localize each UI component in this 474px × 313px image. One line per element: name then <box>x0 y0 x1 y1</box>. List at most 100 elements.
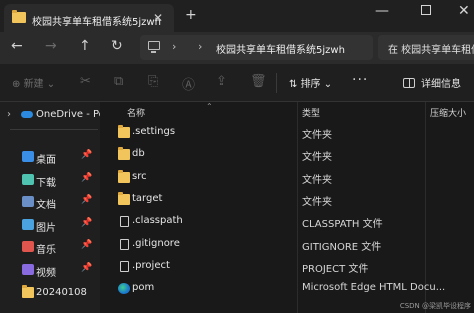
sort-button[interactable]: ⇅ 排序 ⌄ <box>289 75 332 90</box>
details-button[interactable]: 详细信息 <box>403 75 461 90</box>
sidebar-item-desktop[interactable]: 桌面 📌 <box>0 146 100 168</box>
chevron-right-icon[interactable]: › <box>7 109 11 120</box>
table-row[interactable]: .project PROJECT 文件 <box>100 256 474 278</box>
copy-icon[interactable]: ⧉ <box>114 74 123 89</box>
table-row[interactable]: .classpath CLASSPATH 文件 <box>100 211 474 233</box>
file-name: db <box>132 148 145 160</box>
pin-icon[interactable]: 📌 <box>81 150 92 160</box>
folder-icon <box>12 10 26 23</box>
back-arrow-icon[interactable]: ← <box>11 38 23 54</box>
pictures-icon <box>22 218 34 230</box>
search-input[interactable]: 在 校园共享单车租借系统5jzwh 中搜索 <box>378 35 474 60</box>
table-row[interactable]: .settings 文件夹 <box>100 122 474 144</box>
close-icon[interactable]: ✕ <box>153 11 163 25</box>
file-type: 文件夹 <box>302 130 332 141</box>
music-icon <box>22 241 34 253</box>
file-list: ⌃ 名称 类型 压缩大小 .settings 文件夹 db 文件夹 src 文件夹 targ… <box>100 102 474 313</box>
file-type: GITIGNORE 文件 <box>302 241 382 253</box>
file-type: PROJECT 文件 <box>302 263 369 275</box>
column-name-header[interactable]: 名称 <box>127 106 145 119</box>
details-pane-icon <box>403 78 415 88</box>
pin-icon[interactable]: 📌 <box>81 263 92 273</box>
column-headers: ⌃ 名称 类型 压缩大小 <box>100 102 474 122</box>
sidebar: › OneDrive - Pe 桌面 📌 下载 📌 文档 📌 图片 📌 音乐 📌 视频 📌 202401… <box>0 102 100 313</box>
sidebar-item-label: OneDrive - Pe <box>36 109 100 120</box>
delete-icon[interactable]: 🗑 <box>250 74 267 89</box>
sidebar-item-label: 音乐 <box>36 245 56 257</box>
watermark: CSDN @梁凯毕设程序 <box>399 302 471 310</box>
documents-icon <box>22 196 34 208</box>
file-type: CLASSPATH 文件 <box>302 219 383 231</box>
file-icon <box>120 216 129 228</box>
sidebar-item-label: 20240108 <box>36 286 87 298</box>
refresh-icon[interactable]: ↻ <box>111 38 123 54</box>
sidebar-item-onedrive[interactable]: › OneDrive - Pe <box>0 104 100 126</box>
table-row[interactable]: pom Microsoft Edge HTML Docu... <box>100 278 474 300</box>
more-options-icon[interactable]: ··· <box>352 72 368 88</box>
sidebar-item-pictures[interactable]: 图片 📌 <box>0 214 100 236</box>
divider <box>10 129 98 130</box>
new-button[interactable]: ⊕ 新建 ⌄ <box>12 75 55 90</box>
new-label: 新建 <box>23 79 44 90</box>
plus-icon[interactable]: + <box>185 7 197 23</box>
cut-icon[interactable]: ✂ <box>80 74 91 89</box>
sort-label: 排序 <box>300 79 321 90</box>
sidebar-item-documents[interactable]: 文档 📌 <box>0 191 100 213</box>
sidebar-item-videos[interactable]: 视频 📌 <box>0 259 100 281</box>
pin-icon[interactable]: 📌 <box>81 173 92 183</box>
details-label: 详细信息 <box>421 79 461 90</box>
table-row[interactable]: src 文件夹 <box>100 167 474 189</box>
tab-active[interactable]: 校园共享单车租借系统5jzwh ✕ <box>4 4 174 32</box>
address-path[interactable]: 校园共享单车租借系统5jzwh <box>216 41 345 56</box>
minimize-button[interactable]: — <box>375 3 389 19</box>
computer-icon <box>148 41 160 53</box>
chevron-right-icon[interactable]: › <box>198 40 202 53</box>
up-arrow-icon[interactable]: ↑ <box>79 38 91 54</box>
rename-icon[interactable]: Ⓐ <box>182 74 195 93</box>
sidebar-item-download[interactable]: 下载 📌 <box>0 169 100 191</box>
edge-icon <box>118 283 130 295</box>
videos-icon <box>22 264 34 275</box>
tab-title: 校园共享单车租借系统5jzwh <box>32 17 161 28</box>
file-name: .classpath <box>132 215 183 227</box>
folder-icon <box>118 125 130 138</box>
desktop-icon <box>22 151 34 162</box>
file-icon <box>120 238 129 250</box>
file-icon <box>120 260 129 272</box>
pin-icon[interactable]: 📌 <box>81 218 92 228</box>
file-type: 文件夹 <box>302 196 332 208</box>
folder-icon <box>118 169 130 183</box>
chevron-up-icon[interactable]: ⌃ <box>206 102 213 111</box>
sidebar-item-label: 桌面 <box>36 155 56 166</box>
table-row[interactable]: .gitignore GITIGNORE 文件 <box>100 234 474 256</box>
close-window-button[interactable]: ✕ <box>458 3 470 19</box>
forward-arrow-icon[interactable]: → <box>45 38 57 54</box>
file-type: Microsoft Edge HTML Docu... <box>302 282 446 294</box>
file-name: src <box>132 170 147 182</box>
share-icon[interactable]: ⇪ <box>216 74 227 89</box>
column-size-header[interactable]: 压缩大小 <box>430 106 466 119</box>
paste-icon[interactable]: ⎘ <box>148 74 158 89</box>
table-row[interactable]: db 文件夹 <box>100 144 474 166</box>
column-type-header[interactable]: 类型 <box>302 106 320 119</box>
sidebar-item-label: 文档 <box>36 200 56 212</box>
navigation-bar: ← → ↑ ↻ › › 校园共享单车租借系统5jzwh 在 校园共享单车租借系统… <box>0 32 474 64</box>
pin-icon[interactable]: 📌 <box>81 195 92 205</box>
maximize-button[interactable] <box>421 5 431 15</box>
command-bar: ⊕ 新建 ⌄ ✂ ⧉ ⎘ Ⓐ ⇪ 🗑 ⇅ 排序 ⌄ ··· 详细信息 <box>0 64 474 102</box>
folder-icon <box>22 284 34 298</box>
address-bar[interactable]: › › 校园共享单车租借系统5jzwh <box>140 35 373 60</box>
sidebar-item-music[interactable]: 音乐 📌 <box>0 236 100 258</box>
file-name: .gitignore <box>132 237 180 249</box>
onedrive-icon <box>21 111 33 118</box>
folder-icon <box>118 147 130 161</box>
file-name: target <box>132 192 163 204</box>
sidebar-item-label: 图片 <box>36 222 56 234</box>
chevron-right-icon[interactable]: › <box>172 40 176 53</box>
file-name: .settings <box>132 126 176 137</box>
table-row[interactable]: target 文件夹 <box>100 189 474 211</box>
pin-icon[interactable]: 📌 <box>81 240 92 250</box>
sidebar-item-folder[interactable]: 20240108 <box>0 282 100 304</box>
divider <box>276 73 277 93</box>
title-bar: 校园共享单车租借系统5jzwh ✕ + — ✕ <box>0 0 474 32</box>
